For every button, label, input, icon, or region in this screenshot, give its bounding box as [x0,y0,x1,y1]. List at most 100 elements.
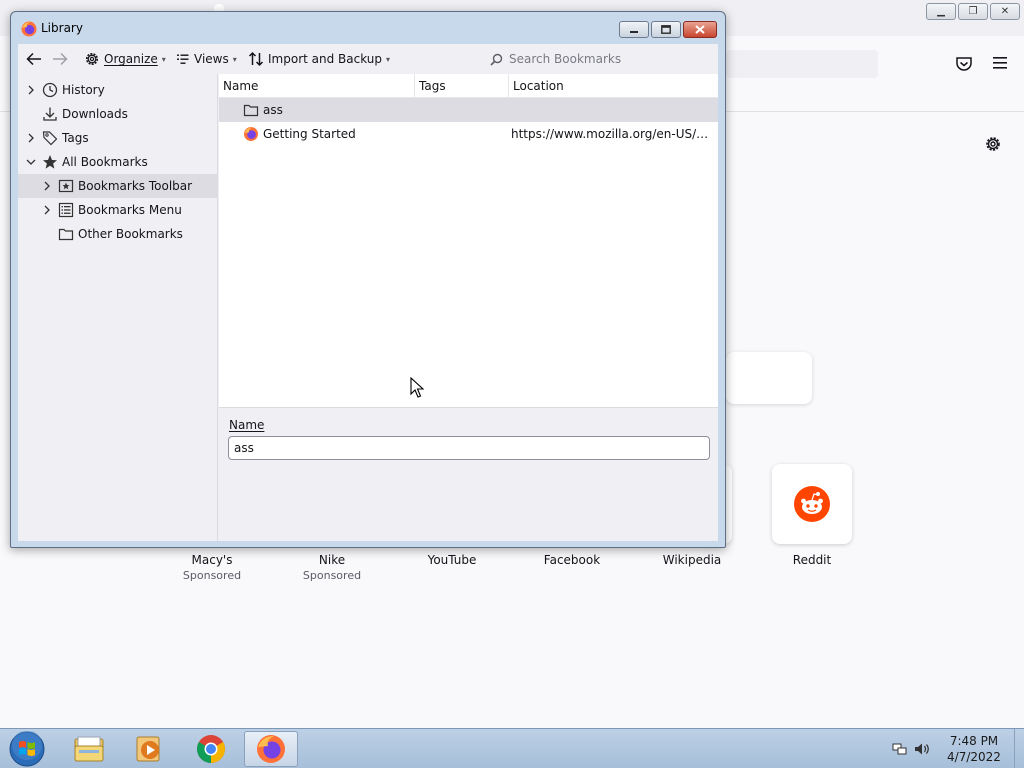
maximize-icon [661,25,671,34]
tree-label-bookmarks-menu: Bookmarks Menu [78,203,182,217]
start-button[interactable] [6,730,48,768]
list-item-name: Getting Started [263,127,356,141]
volume-icon[interactable] [914,742,930,756]
tile-caption-nike[interactable]: Nike Sponsored [272,553,392,583]
gear-icon[interactable] [983,134,1003,154]
windows-logo-icon [9,731,45,767]
column-header-tags[interactable]: Tags [415,74,509,98]
search-bookmarks-box[interactable] [482,46,714,72]
browser-window-controls: ▁ ❐ ✕ [926,3,1020,20]
gear-icon [85,52,99,66]
taskbar-media-player[interactable] [122,731,176,767]
name-field-label: Name [229,418,265,432]
chevron-down-icon: ▾ [161,54,166,64]
taskbar-firefox[interactable] [244,731,298,767]
organize-menu-button[interactable]: Organize ▾ [84,48,166,70]
pocket-icon[interactable] [955,56,973,72]
forward-button[interactable] [52,48,72,70]
chevron-down-icon: ▾ [232,54,237,64]
list-view-icon [177,54,189,64]
bookmarks-menu-icon [58,202,74,218]
firefox-icon [21,21,37,37]
minimize-icon [630,30,638,33]
taskbar: 7:48 PM 4/7/2022 [0,728,1024,768]
chevron-right-icon[interactable] [26,85,36,95]
tree-item-history[interactable]: History [18,78,217,102]
top-site-tile-reddit[interactable] [772,464,852,544]
tree-label-all-bookmarks: All Bookmarks [62,155,148,169]
url-bar[interactable] [726,50,878,78]
tile-caption-reddit[interactable]: Reddit [752,553,872,568]
list-item-folder[interactable]: ass [219,98,718,122]
close-button[interactable] [683,21,717,38]
tree-label-tags: Tags [62,131,89,145]
taskbar-file-explorer[interactable] [62,731,116,767]
hamburger-menu-icon[interactable] [992,56,1008,70]
tag-icon [42,131,58,146]
tree-label-history: History [62,83,105,97]
list-item-bookmark[interactable]: Getting Started https://www.mozilla.org/… [219,122,718,146]
browser-close-button[interactable]: ✕ [990,3,1020,20]
library-titlebar[interactable]: Library [11,12,725,44]
mouse-cursor-icon [410,377,424,398]
folder-icon [74,736,104,762]
taskbar-chrome[interactable] [184,731,238,767]
reddit-icon [794,486,830,522]
tree-item-other-bookmarks[interactable]: Other Bookmarks [18,222,217,246]
tree-item-tags[interactable]: Tags [18,126,217,150]
name-field[interactable] [228,436,710,460]
browser-minimize-button[interactable]: ▁ [926,3,956,20]
minimize-button[interactable] [619,21,649,38]
tile-caption-macys[interactable]: Macy's Sponsored [152,553,272,583]
organize-label: Organize [104,52,158,66]
tile-caption-facebook[interactable]: Facebook [512,553,632,568]
places-tree: History Downloads Tags All Bookmarks Boo… [18,74,218,541]
tree-label-downloads: Downloads [62,107,128,121]
details-pane: Name [219,407,718,541]
library-content: Organize ▾ Views ▾ Import and Backup ▾ S… [18,44,718,541]
list-header: Name Tags Location [219,74,718,98]
tree-item-all-bookmarks[interactable]: All Bookmarks [18,150,217,174]
tree-label-other-bookmarks: Other Bookmarks [78,227,183,241]
network-icon[interactable] [892,742,908,756]
back-arrow-icon [26,52,41,66]
media-player-icon [136,736,160,762]
clock-date: 4/7/2022 [947,750,1001,764]
column-header-name[interactable]: Name [219,74,415,98]
show-desktop-button[interactable] [1014,729,1024,768]
chevron-right-icon[interactable] [42,205,52,215]
clock-time: 7:48 PM [949,734,999,748]
forward-arrow-icon [53,52,68,66]
close-icon [695,25,705,34]
views-label: Views [194,52,229,66]
clock-icon [42,82,58,98]
tile-caption-wikipedia[interactable]: Wikipedia [632,553,752,568]
star-icon [43,155,57,169]
search-bookmarks-input[interactable] [509,52,709,66]
tile-caption-youtube[interactable]: YouTube [392,553,512,568]
firefox-icon [257,735,285,763]
bookmarks-list: Name Tags Location ass Getting Started h… [219,74,718,407]
column-header-location[interactable]: Location [509,74,718,98]
maximize-button[interactable] [651,21,681,38]
list-item-location: https://www.mozilla.org/en-US/firef... [511,127,713,141]
download-icon [43,107,57,121]
system-tray: 7:48 PM 4/7/2022 [884,729,1024,768]
tree-item-bookmarks-menu[interactable]: Bookmarks Menu [18,198,217,222]
back-button[interactable] [26,48,46,70]
library-toolbar: Organize ▾ Views ▾ Import and Backup ▾ [18,44,718,74]
tree-item-downloads[interactable]: Downloads [18,102,217,126]
folder-icon [58,228,74,241]
import-backup-menu-button[interactable]: Import and Backup ▾ [248,48,390,70]
clock[interactable]: 7:48 PM 4/7/2022 [936,733,1012,765]
chevron-right-icon[interactable] [42,181,52,191]
tree-item-bookmarks-toolbar[interactable]: Bookmarks Toolbar [18,174,217,198]
chevron-right-icon[interactable] [26,133,36,143]
browser-restore-button[interactable]: ❐ [958,3,988,20]
newtab-card [726,352,812,404]
import-export-arrows-icon [248,51,264,67]
folder-icon [243,104,259,117]
views-menu-button[interactable]: Views ▾ [176,48,237,70]
search-icon [490,53,503,66]
chevron-down-icon[interactable] [26,157,36,167]
